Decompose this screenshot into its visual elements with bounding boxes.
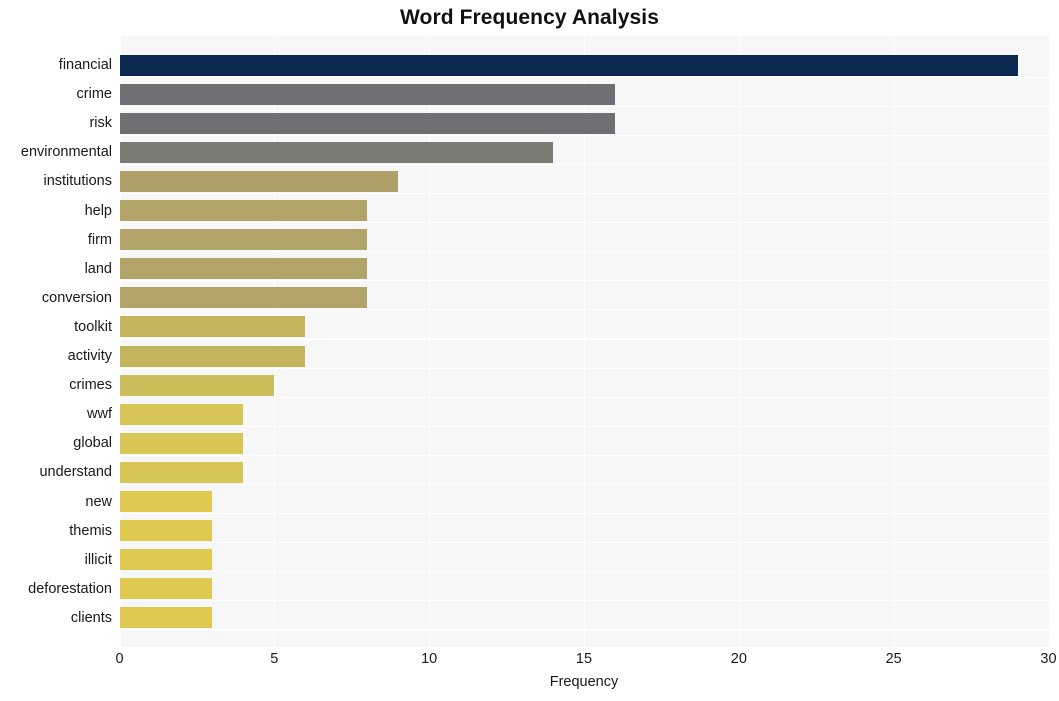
y-tick-label-illicit: illicit	[84, 551, 112, 568]
bar-crimes[interactable]	[119, 374, 275, 396]
y-tick-label-themis: themis	[69, 522, 112, 539]
plot-area	[119, 36, 1050, 647]
word-frequency-chart: Word Frequency Analysis financial crime ri…	[0, 0, 1059, 701]
y-tick-label-institutions: institutions	[43, 173, 112, 190]
x-tick-label-20: 20	[730, 651, 747, 667]
y-tick-label-firm: firm	[87, 231, 112, 248]
bar-institutions[interactable]	[119, 170, 399, 192]
y-tick-label-financial: financial	[58, 57, 112, 74]
y-tick-label-risk: risk	[89, 115, 112, 132]
bar-global[interactable]	[119, 432, 244, 454]
bar-crime[interactable]	[119, 83, 615, 105]
y-tick-label-environmental: environmental	[20, 144, 112, 161]
bar-activity[interactable]	[119, 345, 306, 367]
x-tick-label-25: 25	[885, 651, 902, 667]
y-tick-label-help: help	[84, 202, 112, 219]
bar-risk[interactable]	[119, 112, 615, 134]
bar-deforestation[interactable]	[119, 578, 213, 600]
y-tick-label-global: global	[73, 435, 112, 452]
x-tick-label-10: 10	[421, 651, 438, 667]
y-tick-label-understand: understand	[39, 464, 112, 481]
gridline-vertical-30	[1048, 36, 1050, 647]
y-tick-label-new: new	[85, 493, 112, 510]
x-tick-label-5: 5	[270, 651, 279, 667]
bar-themis[interactable]	[119, 520, 213, 542]
bar-new[interactable]	[119, 491, 213, 513]
y-tick-label-clients: clients	[70, 609, 112, 626]
y-axis-tick-labels: financial crime risk environmental instituti…	[0, 36, 112, 647]
bar-wwf[interactable]	[119, 403, 244, 425]
bar-conversion[interactable]	[119, 287, 368, 309]
bar-illicit[interactable]	[119, 549, 213, 571]
bar-financial[interactable]	[119, 54, 1018, 76]
x-tick-label-30: 30	[1040, 651, 1057, 667]
x-axis-label: Frequency	[549, 674, 619, 690]
y-tick-label-crime: crime	[76, 86, 112, 103]
bar-understand[interactable]	[119, 461, 244, 483]
bar-toolkit[interactable]	[119, 316, 306, 338]
x-axis-tick-labels: 0 5 10 15 20 25 30	[115, 647, 1056, 677]
y-tick-label-conversion: conversion	[41, 289, 112, 306]
y-tick-label-deforestation: deforestation	[28, 580, 112, 597]
bar-environmental[interactable]	[119, 141, 554, 163]
bar-firm[interactable]	[119, 229, 368, 251]
x-tick-label-0: 0	[115, 651, 124, 667]
y-tick-label-crimes: crimes	[69, 377, 112, 394]
y-tick-label-toolkit: toolkit	[74, 318, 112, 335]
chart-title: Word Frequency Analysis	[399, 6, 660, 29]
bars-layer	[119, 36, 1049, 647]
y-tick-label-land: land	[84, 260, 112, 277]
y-tick-label-activity: activity	[67, 348, 112, 365]
bar-land[interactable]	[119, 258, 368, 280]
y-tick-label-wwf: wwf	[87, 406, 112, 423]
bar-help[interactable]	[119, 200, 368, 222]
bar-clients[interactable]	[119, 607, 213, 629]
x-tick-label-15: 15	[575, 651, 593, 667]
